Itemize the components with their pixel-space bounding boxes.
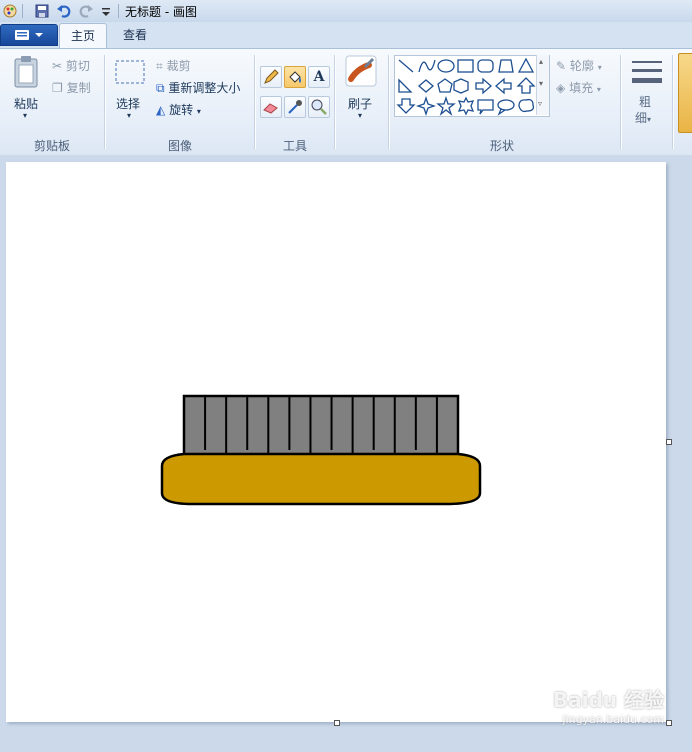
separator — [388, 55, 390, 149]
rotate-button[interactable]: ◭ 旋转 ▾ — [156, 101, 201, 118]
crop-button[interactable]: ⌗ 裁剪 — [156, 57, 191, 74]
redo-icon[interactable] — [78, 3, 94, 19]
ribbon: 粘贴 ▾ ✂ 剪切 ❐ 复制 剪贴板 选择 ▾ ⌗ 裁剪 ⧉ 重新调整大小 ◭ … — [0, 48, 692, 156]
rotate-dropdown-icon: ▾ — [196, 107, 201, 116]
resize-label: 重新调整大小 — [168, 81, 241, 95]
fill-label: 填充 — [569, 81, 594, 95]
color-picker-tool[interactable] — [284, 96, 306, 118]
size-dropdown-icon: ▾ — [647, 115, 652, 124]
brushes-label: 刷子 — [348, 97, 373, 111]
fill-tool[interactable] — [284, 66, 306, 88]
size-button[interactable]: 粗 细▾ — [628, 55, 666, 135]
fill-button[interactable]: ◈ 填充 ▾ — [556, 79, 601, 96]
fill-dropdown-icon: ▾ — [596, 85, 601, 94]
paste-icon — [14, 56, 38, 88]
save-icon[interactable] — [34, 3, 50, 19]
select-button[interactable]: 选择 ▾ — [112, 55, 148, 131]
paste-label: 粘贴 — [14, 97, 39, 111]
pencil-icon — [264, 69, 279, 84]
eraser-tool[interactable] — [260, 96, 282, 118]
copy-button[interactable]: ❐ 复制 — [52, 79, 91, 96]
brushes-button[interactable]: 刷子 ▾ — [342, 53, 382, 133]
copy-label: 复制 — [66, 81, 91, 95]
tools-group-label: 工具 — [282, 139, 307, 153]
select-rectangle-icon — [115, 60, 145, 84]
resize-button[interactable]: ⧉ 重新调整大小 — [156, 79, 240, 96]
shapes-gallery[interactable] — [394, 55, 550, 117]
copy-icon: ❐ — [52, 81, 63, 95]
window-title: 无标题 - 画图 — [125, 5, 197, 19]
line-size-icon — [632, 61, 662, 83]
image-group-label: 图像 — [167, 139, 192, 153]
separator — [334, 55, 336, 149]
fill-bucket-icon: ◈ — [556, 81, 566, 95]
text-tool[interactable]: A — [308, 66, 330, 88]
paint-bucket-icon — [289, 71, 301, 83]
undo-icon[interactable] — [56, 3, 72, 19]
drawing-content — [160, 394, 482, 506]
paste-button[interactable]: 粘贴 ▾ — [8, 53, 46, 131]
eraser-icon — [263, 103, 278, 114]
canvas-resize-handle-corner[interactable] — [666, 720, 672, 726]
brush-icon — [345, 55, 377, 87]
separator — [672, 55, 674, 149]
color1-button[interactable] — [678, 53, 692, 133]
rotate-icon: ◭ — [156, 103, 166, 117]
file-menu-icon — [15, 30, 43, 40]
size-label-line1: 粗 — [639, 95, 652, 109]
resize-icon: ⧉ — [156, 81, 165, 95]
baidu-watermark: Baidu 经验 jingyan.baidu.com — [553, 684, 664, 726]
magnifier-icon — [311, 99, 327, 115]
shapes-icons — [396, 57, 536, 117]
cut-button[interactable]: ✂ 剪切 — [52, 57, 90, 74]
pencil-tool[interactable] — [260, 66, 282, 88]
text-a-icon: A — [313, 69, 325, 85]
separator — [620, 55, 622, 149]
expand-gallery-icon[interactable]: ▿ — [538, 99, 542, 108]
watermark-brand: Baidu 经验 — [552, 688, 664, 712]
outline-dropdown-icon: ▾ — [597, 63, 602, 72]
tab-view-label: 查看 — [122, 28, 147, 42]
title-bar: 无标题 - 画图 — [0, 0, 692, 23]
cut-label: 剪切 — [65, 59, 90, 73]
shapes-scroll[interactable]: ▴ ▾ ▿ — [536, 55, 549, 115]
size-label-line2-wrap: 细▾ — [635, 109, 651, 126]
canvas-resize-handle-bottom[interactable] — [334, 720, 340, 726]
canvas-resize-handle-right[interactable] — [666, 439, 672, 445]
outline-pencil-icon: ✎ — [556, 59, 567, 73]
scissors-icon: ✂ — [52, 59, 63, 73]
scroll-down-icon[interactable]: ▾ — [539, 79, 543, 88]
magnifier-tool[interactable] — [308, 96, 330, 118]
tab-row: 主页 查看 — [0, 22, 692, 49]
eyedropper-icon — [288, 100, 302, 114]
tab-home[interactable]: 主页 — [59, 23, 107, 49]
scroll-up-icon[interactable]: ▴ — [539, 57, 543, 66]
clipboard-group-label: 剪贴板 — [33, 139, 70, 153]
crop-icon: ⌗ — [156, 59, 163, 73]
select-label: 选择 — [116, 97, 141, 111]
gold-base — [160, 452, 482, 506]
shapes-group-label: 形状 — [489, 139, 514, 153]
customize-dropdown-icon[interactable] — [98, 3, 114, 19]
paste-dropdown-icon: ▾ — [23, 111, 28, 120]
watermark-url: jingyan.baidu.com — [562, 713, 664, 726]
size-label-line2: 细 — [635, 111, 648, 125]
outline-label: 轮廓 — [569, 59, 594, 73]
tab-view[interactable]: 查看 — [110, 23, 160, 48]
separator — [104, 55, 106, 149]
separator — [254, 55, 256, 149]
brushes-dropdown-icon: ▾ — [358, 111, 363, 120]
tab-home-label: 主页 — [70, 29, 95, 43]
select-dropdown-icon: ▾ — [127, 111, 132, 120]
app-icon[interactable] — [2, 3, 18, 19]
rotate-label: 旋转 — [169, 103, 194, 117]
crop-label: 裁剪 — [166, 59, 191, 73]
file-menu-button[interactable] — [0, 24, 58, 46]
drawing-canvas[interactable] — [6, 162, 666, 722]
gray-bar — [182, 394, 460, 458]
outline-button[interactable]: ✎ 轮廓 ▾ — [556, 57, 602, 74]
